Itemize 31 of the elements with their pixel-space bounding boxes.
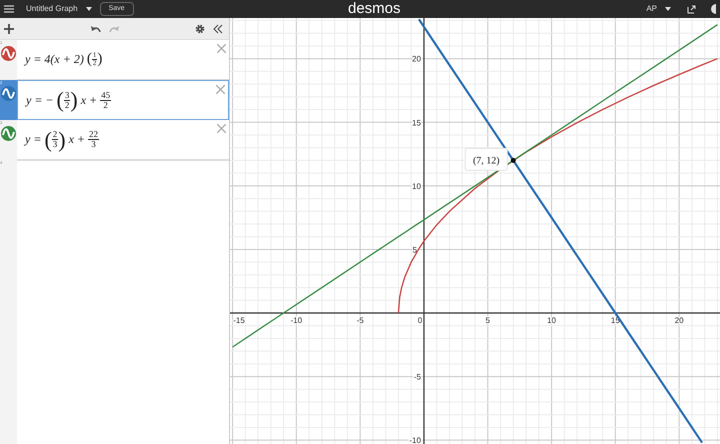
settings-icon[interactable] bbox=[195, 24, 205, 34]
collapse-icon[interactable] bbox=[213, 24, 223, 34]
axis-tick-label: 10 bbox=[412, 182, 421, 191]
wave-icon[interactable] bbox=[1, 126, 16, 141]
axis-tick-label: -15 bbox=[233, 316, 245, 326]
menu-icon[interactable] bbox=[4, 5, 14, 13]
graph-title[interactable]: Untitled Graph bbox=[26, 3, 78, 15]
axis-tick-label: -10 bbox=[290, 316, 302, 326]
plus-icon[interactable] bbox=[4, 24, 14, 34]
axis-tick-label: -10 bbox=[409, 436, 421, 444]
logo: desmos bbox=[348, 0, 401, 19]
share-icon[interactable] bbox=[687, 4, 696, 14]
axis-tick-label: 5 bbox=[412, 245, 417, 254]
annotation: (7, 12) bbox=[472, 155, 500, 166]
caret-icon[interactable] bbox=[86, 7, 92, 11]
wave-icon[interactable] bbox=[1, 86, 16, 101]
undo-icon[interactable] bbox=[90, 25, 101, 32]
axis-tick-label: -5 bbox=[356, 316, 364, 326]
help-icon[interactable] bbox=[708, 4, 716, 14]
wave-icon[interactable] bbox=[1, 46, 16, 61]
axis-tick-label: 20 bbox=[674, 316, 684, 326]
caret-icon[interactable] bbox=[665, 7, 671, 11]
axis-tick-label: 20 bbox=[412, 54, 421, 64]
intersection-point[interactable] bbox=[510, 158, 516, 163]
axis-tick-label: 15 bbox=[412, 118, 421, 128]
axis-tick-label: 5 bbox=[486, 316, 490, 326]
axis-tick-label: 10 bbox=[547, 316, 556, 326]
axis-tick-label: 0 bbox=[418, 316, 422, 326]
user-initials[interactable]: AP bbox=[646, 3, 657, 15]
axis-tick-label: -5 bbox=[414, 372, 421, 382]
point-label: (7, 12) bbox=[464, 148, 508, 171]
